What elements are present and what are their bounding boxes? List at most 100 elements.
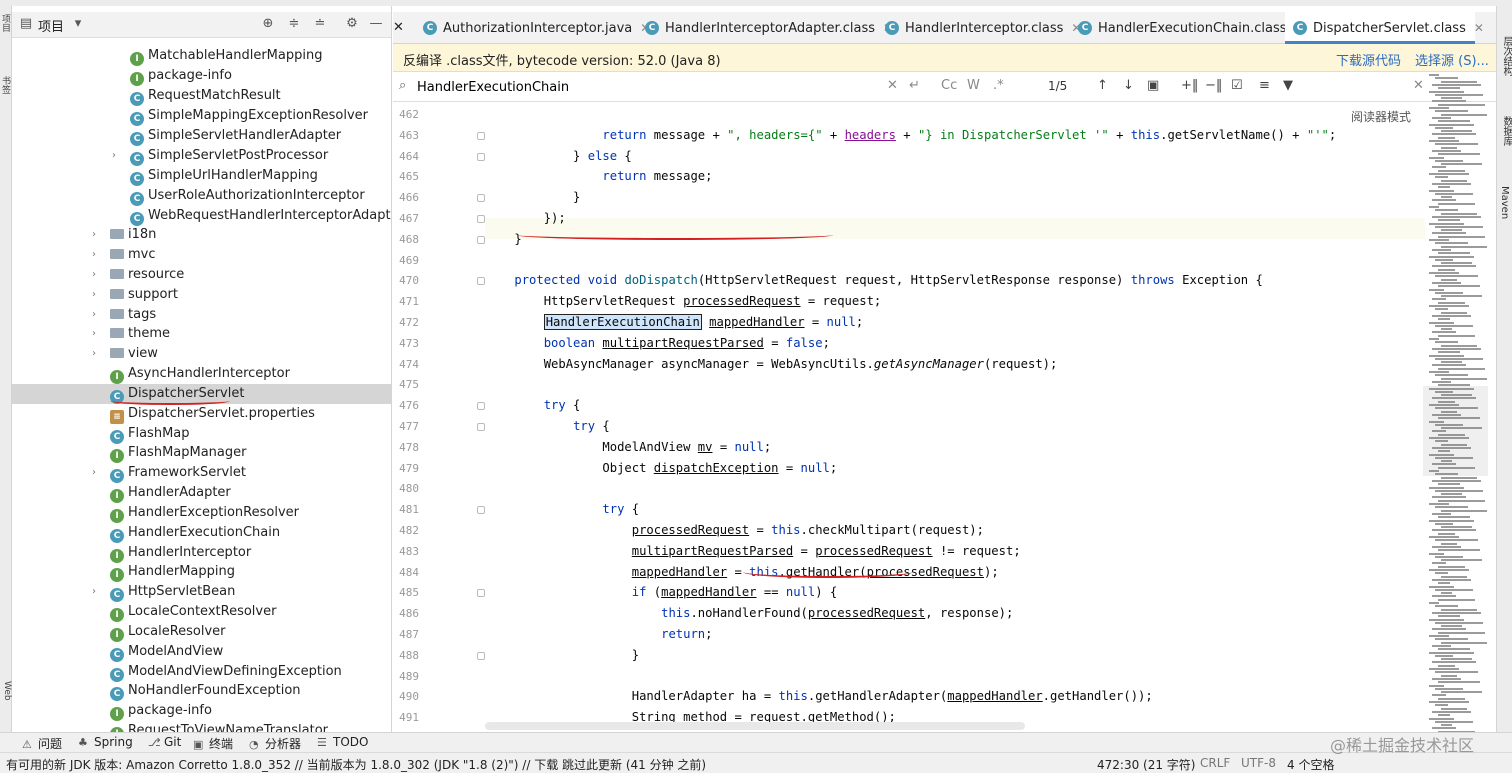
tree-item[interactable]: I HandlerMapping (110, 562, 235, 582)
fold-marker-icon[interactable] (477, 235, 485, 244)
editor-tab[interactable]: CHandlerInterceptorAdapter.class✕ (637, 12, 893, 44)
chevron-right-icon[interactable]: › (92, 305, 104, 325)
tree-item[interactable]: C SimpleServletHandlerAdapter (130, 126, 341, 146)
tree-item[interactable]: › C FrameworkServlet (92, 463, 246, 483)
chevron-right-icon[interactable]: › (92, 225, 104, 245)
minimap-viewport[interactable] (1423, 386, 1488, 476)
right-tool-hierarchy[interactable]: 层次结构 (1499, 36, 1512, 76)
file-encoding[interactable]: UTF-8 (1241, 756, 1276, 770)
gear-icon[interactable]: ⚙ (344, 16, 360, 32)
select-all-icon[interactable]: ☑ (1231, 78, 1243, 93)
add-selection-icon[interactable]: +‖ (1181, 78, 1198, 93)
tree-item[interactable]: I HandlerAdapter (110, 483, 231, 503)
expand-all-icon[interactable]: ≑ (286, 16, 302, 32)
tree-item[interactable]: › tags (92, 305, 156, 325)
download-source-link[interactable]: 下载源代码 (1336, 50, 1401, 69)
tool-window-button[interactable]: ☰ TODO (317, 735, 368, 749)
fold-marker-icon[interactable] (477, 651, 485, 660)
tool-window-button[interactable]: ▣ 终端 (193, 735, 233, 752)
tool-window-button[interactable]: ◔ 分析器 (249, 735, 301, 752)
horizontal-scrollbar[interactable] (485, 722, 1025, 730)
tree-item[interactable]: I HandlerExceptionResolver (110, 503, 299, 523)
tree-item[interactable]: C SimpleUrlHandlerMapping (130, 166, 318, 186)
tree-item[interactable]: › mvc (92, 245, 156, 265)
tree-item[interactable]: C SimpleMappingExceptionResolver (130, 106, 368, 126)
tree-item[interactable]: I HandlerInterceptor (110, 543, 251, 563)
tree-item[interactable]: › C SimpleServletPostProcessor (112, 146, 328, 166)
fold-marker-icon[interactable] (477, 589, 485, 598)
chevron-right-icon[interactable]: › (92, 265, 104, 285)
fold-marker-icon[interactable] (477, 423, 485, 431)
clear-search-icon[interactable]: ✕ (887, 78, 898, 93)
tool-window-button[interactable]: ♣ Spring (78, 735, 133, 749)
code-view[interactable]: return message + ", headers={" + headers… (485, 102, 1425, 732)
tree-item[interactable]: ≡ DispatcherServlet.properties (110, 404, 315, 424)
regex-icon[interactable]: .* (993, 78, 1004, 93)
remove-selection-icon[interactable]: −‖ (1205, 78, 1222, 93)
chevron-down-icon[interactable]: ▾ (70, 16, 86, 32)
fold-marker-icon[interactable] (477, 131, 485, 140)
line-separator[interactable]: CRLF (1200, 756, 1230, 770)
tree-item[interactable]: I LocaleResolver (110, 622, 226, 642)
tab-overflow[interactable]: ✕ (393, 12, 413, 44)
reader-mode-label[interactable]: 阅读器模式 (1351, 108, 1411, 125)
search-input[interactable] (417, 77, 897, 97)
match-case-icon[interactable]: Cc (941, 78, 957, 93)
close-icon[interactable]: ✕ (1474, 21, 1484, 35)
whole-word-icon[interactable]: W (967, 78, 980, 93)
tree-item[interactable]: › i18n (92, 225, 156, 245)
chevron-right-icon[interactable]: › (112, 146, 124, 166)
fold-marker-icon[interactable] (477, 152, 485, 161)
editor-tab[interactable]: C HandlerInterceptor.class ✕ (877, 12, 1081, 44)
fold-marker-icon[interactable] (477, 194, 485, 203)
history-icon[interactable]: ↵ (909, 78, 920, 93)
tree-item[interactable]: Ipackage-info (130, 66, 232, 86)
tree-item[interactable]: › resource (92, 265, 184, 285)
tool-window-button[interactable]: ⚠ 问题 (22, 735, 62, 752)
tree-item[interactable]: C ModelAndView (110, 642, 223, 662)
open-results-icon[interactable]: ▣ (1147, 78, 1159, 93)
tree-item[interactable]: I FlashMapManager (110, 443, 247, 463)
chevron-right-icon[interactable]: › (92, 245, 104, 265)
left-tool-project[interactable]: 项目 (0, 14, 12, 32)
right-tool-database[interactable]: 数据库 (1499, 116, 1512, 146)
fold-marker-icon[interactable] (477, 506, 485, 515)
editor-tab[interactable]: CHandlerExecutionChain.class✕ (1070, 12, 1305, 44)
tree-item[interactable]: C RequestMatchResult (130, 86, 281, 106)
tree-item[interactable]: C ModelAndViewDefiningException (110, 662, 342, 682)
right-tool-maven[interactable]: Maven (1499, 186, 1510, 219)
multiline-icon[interactable]: ≡ (1259, 78, 1270, 93)
chevron-right-icon[interactable]: › (92, 344, 104, 364)
status-message[interactable]: 有可用的新 JDK 版本: Amazon Corretto 1.8.0_352 … (6, 756, 706, 773)
editor-tab[interactable]: C DispatcherServlet.class ✕ (1285, 12, 1484, 44)
left-tool-bookmarks[interactable]: 书签 (0, 76, 12, 94)
editor-tab[interactable]: CAuthorizationInterceptor.java✕ (415, 12, 655, 44)
left-tool-web[interactable]: Web (0, 681, 12, 701)
tree-item[interactable]: › view (92, 344, 158, 364)
next-match-icon[interactable]: ↓ (1123, 78, 1134, 93)
tree-item[interactable]: C HandlerExecutionChain (110, 523, 280, 543)
tree-item[interactable]: › support (92, 285, 178, 305)
indent-setting[interactable]: 4 个空格 (1287, 756, 1334, 773)
tree-item[interactable]: I MatchableHandlerMapping (130, 46, 322, 66)
tree-item[interactable]: C FlashMap (110, 424, 190, 444)
collapse-all-icon[interactable]: ≐ (312, 16, 328, 32)
chevron-right-icon[interactable]: › (92, 463, 104, 483)
tree-item[interactable]: › theme (92, 324, 170, 344)
filter-icon[interactable]: ▼ (1283, 78, 1293, 93)
prev-match-icon[interactable]: ↑ (1097, 78, 1108, 93)
chevron-right-icon[interactable]: › (92, 582, 104, 602)
minimap[interactable] (1423, 66, 1488, 732)
fold-marker-icon[interactable] (477, 277, 485, 286)
tree-item[interactable]: IRequestToViewNameTranslator (110, 721, 328, 732)
tree-item[interactable]: Ipackage-info (110, 701, 212, 721)
caret-position[interactable]: 472:30 (21 字符) (1097, 756, 1195, 773)
fold-marker-icon[interactable] (477, 402, 485, 411)
chevron-right-icon[interactable]: › (92, 324, 104, 344)
tree-item[interactable]: I LocaleContextResolver (110, 602, 276, 622)
tool-window-button[interactable]: ⎇ Git (148, 735, 181, 749)
tree-item[interactable]: I AsyncHandlerInterceptor (110, 364, 290, 384)
hide-icon[interactable]: — (368, 16, 384, 32)
tree-item[interactable]: C NoHandlerFoundException (110, 681, 301, 701)
tree-item[interactable]: › C HttpServletBean (92, 582, 235, 602)
